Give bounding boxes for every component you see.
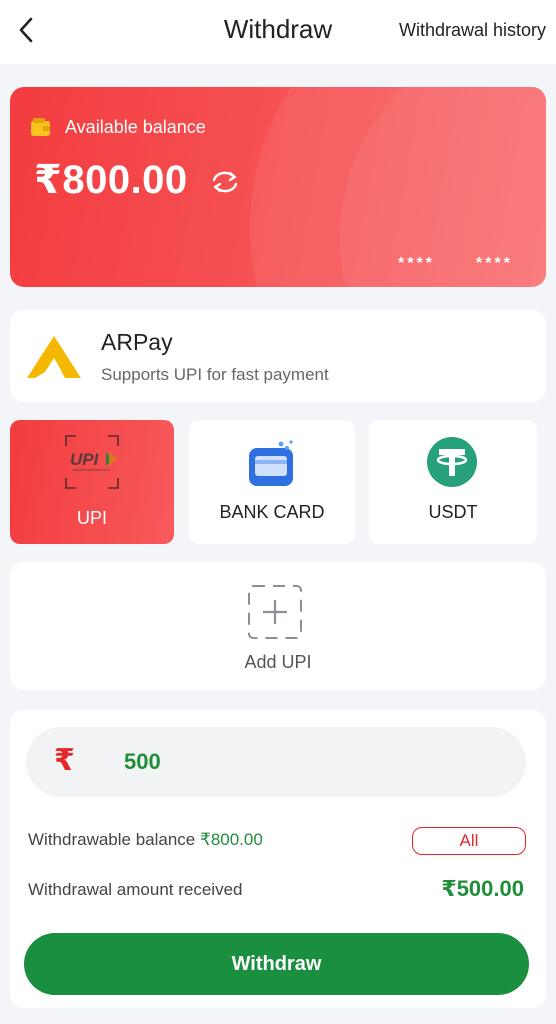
method-label: USDT [428, 502, 478, 522]
plus-icon [248, 585, 302, 639]
withdraw-button[interactable]: Withdraw [24, 933, 529, 995]
provider-name: ARPay [101, 329, 173, 355]
balance-card: Available balance ₹800.00 **** **** [10, 87, 546, 287]
withdrawable-balance-label: Withdrawable balance [28, 830, 196, 849]
bank-card-icon [249, 440, 293, 486]
upi-logo-icon: UPI [65, 435, 119, 489]
svg-text:UPI: UPI [70, 450, 100, 469]
method-usdt[interactable]: USDT [369, 420, 537, 544]
amount-field[interactable]: ₹ [26, 727, 526, 797]
masked-card-number: **** [476, 255, 513, 272]
method-label: UPI [76, 508, 107, 528]
tether-icon [427, 437, 477, 487]
received-amount-value: ₹500.00 [441, 876, 524, 901]
add-upi-button[interactable]: Add UPI [10, 562, 546, 690]
method-upi[interactable]: UPI UPI [10, 420, 174, 544]
method-bank-card[interactable]: BANK CARD [189, 420, 355, 544]
wallet-icon [31, 118, 50, 136]
amount-input[interactable] [124, 745, 504, 779]
header-bar: Withdraw Withdrawal history [0, 0, 556, 64]
arpay-logo-icon [27, 336, 81, 378]
balance-amount: ₹800.00 [34, 158, 188, 202]
masked-card-number: **** [398, 255, 435, 272]
provider-description: Supports UPI for fast payment [101, 365, 329, 384]
rupee-icon: ₹ [54, 744, 75, 777]
add-upi-label: Add UPI [244, 652, 312, 672]
refresh-icon[interactable] [208, 167, 242, 197]
withdrawal-history-link[interactable]: Withdrawal history [399, 20, 546, 41]
method-label: BANK CARD [219, 502, 325, 522]
available-balance-label: Available balance [65, 117, 206, 137]
withdrawable-balance-row: Withdrawable balance ₹800.00 [28, 830, 263, 850]
withdraw-form: ₹ Withdrawable balance ₹800.00 All Withd… [10, 710, 546, 1008]
payment-provider-card[interactable]: ARPay Supports UPI for fast payment [10, 310, 546, 402]
withdrawable-balance-value: ₹800.00 [200, 830, 263, 849]
all-button[interactable]: All [412, 827, 526, 855]
received-amount-label: Withdrawal amount received [28, 880, 243, 899]
